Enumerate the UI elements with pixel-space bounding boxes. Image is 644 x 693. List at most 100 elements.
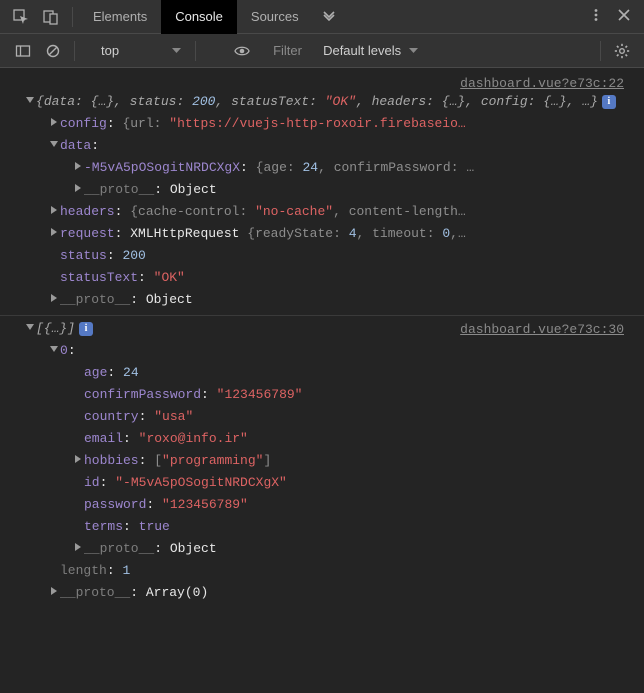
info-badge-icon[interactable]: i bbox=[602, 95, 616, 109]
more-tabs-icon[interactable] bbox=[323, 9, 335, 24]
expand-toggle[interactable] bbox=[48, 289, 60, 302]
spacer bbox=[72, 362, 84, 367]
spacer bbox=[72, 384, 84, 389]
object-property-row: password: "123456789" bbox=[0, 494, 644, 516]
property[interactable]: config: {url: "https://vuejs-http-roxoir… bbox=[60, 113, 644, 135]
expand-toggle[interactable] bbox=[72, 179, 84, 192]
property[interactable]: country: "usa" bbox=[84, 406, 644, 428]
property[interactable]: statusText: "OK" bbox=[60, 267, 644, 289]
toolbar-separator bbox=[74, 41, 75, 61]
spacer bbox=[72, 406, 84, 411]
property[interactable]: password: "123456789" bbox=[84, 494, 644, 516]
tab-elements[interactable]: Elements bbox=[79, 0, 161, 34]
expand-toggle[interactable] bbox=[72, 538, 84, 551]
object-property-row: request: XMLHttpRequest {readyState: 4, … bbox=[0, 223, 644, 245]
property[interactable]: confirmPassword: "123456789" bbox=[84, 384, 644, 406]
chevron-down-icon bbox=[172, 43, 181, 58]
object-property-row: -M5vA5pOSogitNRDCXgX: {age: 24, confirmP… bbox=[0, 157, 644, 179]
property[interactable]: __proto__: Array(0) bbox=[60, 582, 644, 604]
object-property-row: __proto__: Object bbox=[0, 289, 644, 311]
object-property-row: length: 1 bbox=[0, 560, 644, 582]
source-link[interactable]: dashboard.vue?e73c:22 bbox=[0, 72, 644, 91]
spacer bbox=[48, 245, 60, 250]
chevron-down-icon bbox=[409, 43, 418, 58]
property[interactable]: hobbies: ["programming"] bbox=[84, 450, 644, 472]
source-link[interactable]: dashboard.vue?e73c:30 bbox=[460, 318, 644, 337]
property[interactable]: __proto__: Object bbox=[84, 538, 644, 560]
object-property-row: config: {url: "https://vuejs-http-roxoir… bbox=[0, 113, 644, 135]
console-output: dashboard.vue?e73c:22 {data: {…}, status… bbox=[0, 68, 644, 604]
property[interactable]: email: "roxo@info.ir" bbox=[84, 428, 644, 450]
expand-toggle[interactable] bbox=[48, 201, 60, 214]
property[interactable]: status: 200 bbox=[60, 245, 644, 267]
close-icon[interactable] bbox=[610, 9, 638, 24]
expand-toggle[interactable] bbox=[48, 135, 60, 148]
property[interactable]: data: bbox=[60, 135, 644, 157]
expand-toggle[interactable] bbox=[48, 113, 60, 126]
object-summary[interactable]: [{…}]i bbox=[36, 318, 460, 340]
object-property-row: confirmPassword: "123456789" bbox=[0, 384, 644, 406]
property[interactable]: __proto__: Object bbox=[60, 289, 644, 311]
kebab-menu-icon[interactable] bbox=[582, 8, 610, 25]
live-expression-icon[interactable] bbox=[230, 39, 254, 63]
expand-toggle[interactable] bbox=[24, 318, 36, 331]
object-property-row: data: bbox=[0, 135, 644, 157]
inspect-icon[interactable] bbox=[9, 5, 33, 29]
property[interactable]: request: XMLHttpRequest {readyState: 4, … bbox=[60, 223, 644, 245]
log-levels-select[interactable]: Default levels bbox=[323, 43, 418, 58]
expand-toggle[interactable] bbox=[48, 223, 60, 236]
property[interactable]: id: "-M5vA5pOSogitNRDCXgX" bbox=[84, 472, 644, 494]
expand-toggle[interactable] bbox=[72, 157, 84, 170]
object-summary[interactable]: {data: {…}, status: 200, statusText: "OK… bbox=[36, 91, 644, 113]
object-property-row: statusText: "OK" bbox=[0, 267, 644, 289]
property[interactable]: headers: {cache-control: "no-cache", con… bbox=[60, 201, 644, 223]
tab-label: Console bbox=[175, 9, 223, 24]
object-property-row: 0: bbox=[0, 340, 644, 362]
object-property-row: id: "-M5vA5pOSogitNRDCXgX" bbox=[0, 472, 644, 494]
object-property-row: terms: true bbox=[0, 516, 644, 538]
execution-context-select[interactable]: top bbox=[91, 41, 189, 61]
spacer bbox=[48, 267, 60, 272]
object-property-row: email: "roxo@info.ir" bbox=[0, 428, 644, 450]
object-property-row: __proto__: Array(0) bbox=[0, 582, 644, 604]
expand-toggle[interactable] bbox=[24, 91, 36, 104]
property[interactable]: terms: true bbox=[84, 516, 644, 538]
device-toggle-icon[interactable] bbox=[39, 5, 63, 29]
spacer bbox=[48, 560, 60, 565]
filter-input[interactable] bbox=[271, 40, 315, 62]
clear-console-icon[interactable] bbox=[41, 39, 65, 63]
expand-toggle[interactable] bbox=[48, 582, 60, 595]
toolbar-separator bbox=[600, 41, 601, 61]
info-badge-icon[interactable]: i bbox=[79, 322, 93, 336]
object-property-row: __proto__: Object bbox=[0, 179, 644, 201]
spacer bbox=[72, 428, 84, 433]
spacer bbox=[72, 472, 84, 477]
expand-toggle[interactable] bbox=[48, 340, 60, 353]
execution-context-label: top bbox=[101, 43, 119, 58]
tab-label: Sources bbox=[251, 9, 299, 24]
tab-console[interactable]: Console bbox=[161, 0, 237, 34]
toolbar-separator bbox=[195, 41, 196, 61]
property[interactable]: 0: bbox=[60, 340, 644, 362]
expand-toggle[interactable] bbox=[72, 450, 84, 463]
object-property-row: __proto__: Object bbox=[0, 538, 644, 560]
settings-icon[interactable] bbox=[610, 39, 634, 63]
toolbar-separator bbox=[72, 7, 73, 27]
property[interactable]: length: 1 bbox=[60, 560, 644, 582]
object-property-row: country: "usa" bbox=[0, 406, 644, 428]
tab-label: Elements bbox=[93, 9, 147, 24]
object-property-row: status: 200 bbox=[0, 245, 644, 267]
console-toolbar: top Default levels bbox=[0, 34, 644, 68]
spacer bbox=[72, 494, 84, 499]
object-property-row: headers: {cache-control: "no-cache", con… bbox=[0, 201, 644, 223]
sidebar-toggle-icon[interactable] bbox=[11, 39, 35, 63]
property[interactable]: -M5vA5pOSogitNRDCXgX: {age: 24, confirmP… bbox=[84, 157, 644, 179]
spacer bbox=[72, 516, 84, 521]
object-property-row: age: 24 bbox=[0, 362, 644, 384]
log-summary-row: [{…}]i bbox=[0, 318, 460, 340]
log-levels-label: Default levels bbox=[323, 43, 401, 58]
tab-sources[interactable]: Sources bbox=[237, 0, 313, 34]
property[interactable]: __proto__: Object bbox=[84, 179, 644, 201]
property[interactable]: age: 24 bbox=[84, 362, 644, 384]
devtools-tab-bar: Elements Console Sources bbox=[0, 0, 644, 34]
